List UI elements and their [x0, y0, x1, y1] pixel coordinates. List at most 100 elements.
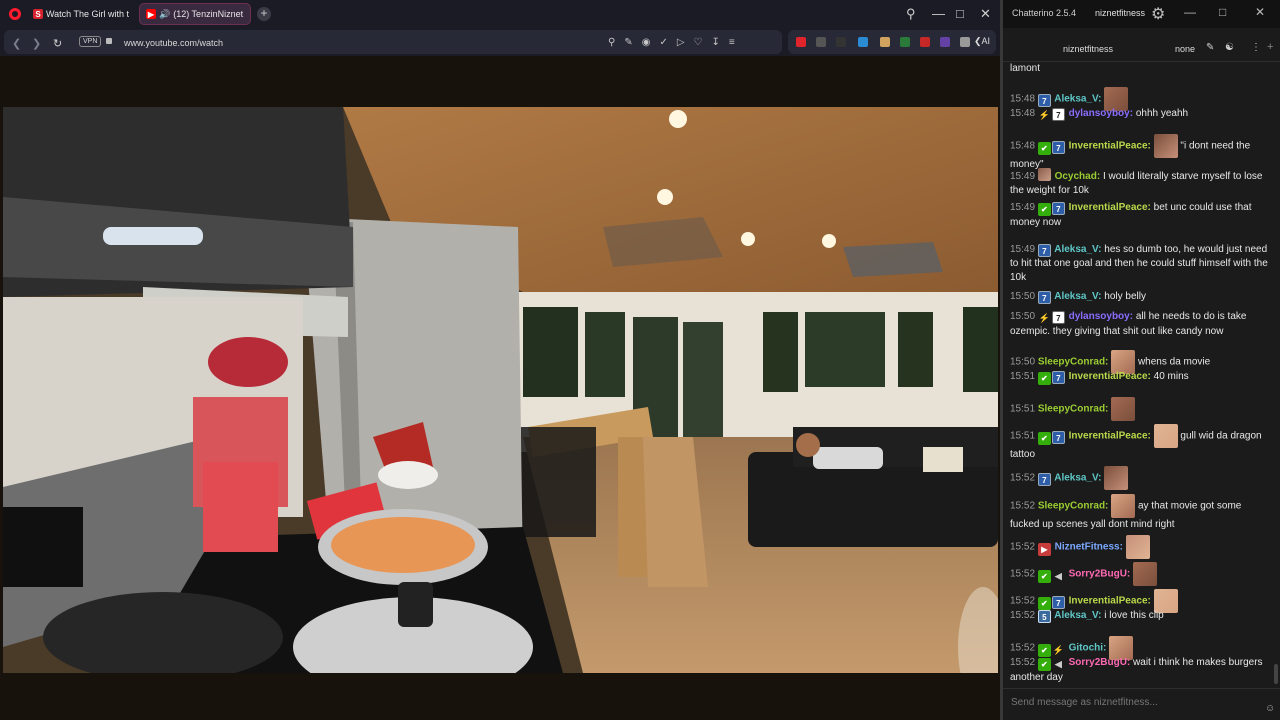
chat-message[interactable]: lamont — [1010, 62, 1268, 76]
users-icon[interactable]: ☯ — [1225, 42, 1234, 53]
minimize-button[interactable]: — — [1184, 5, 1196, 19]
message-username[interactable]: Aleksa_V: — [1052, 244, 1104, 255]
address-field[interactable]: ❮ ❯ ↻ VPN www.youtube.com/watch ⚲ ✎ ◉ ✓ … — [4, 30, 782, 54]
extension-icon[interactable] — [816, 37, 826, 47]
message-username[interactable]: Aleksa_V: — [1052, 610, 1104, 621]
message-username[interactable]: NiznetFitness: — [1052, 542, 1126, 553]
chat-message[interactable]: 15:50 7 Aleksa_V: holy belly — [1010, 290, 1268, 304]
sub7-badge-icon[interactable]: 7 — [1051, 140, 1065, 154]
sub7-badge-icon[interactable]: 7 — [1037, 93, 1051, 107]
aria-button[interactable]: ❮AI — [974, 36, 990, 47]
message-username[interactable]: SleepyConrad: — [1038, 357, 1111, 368]
tab-watch-movie[interactable]: S Watch The Girl with the D — [27, 3, 135, 25]
chat-message[interactable]: 15:48 ⚡ 7 dylansoyboy: ohhh yeahh — [1010, 107, 1268, 122]
search-tabs-icon[interactable]: ⚲ — [906, 6, 916, 22]
account-switcher[interactable]: niznetfitness — [1095, 8, 1145, 18]
extension-icon[interactable] — [940, 37, 950, 47]
message-username[interactable]: SleepyConrad: — [1038, 501, 1111, 512]
sword-badge-icon[interactable]: ⚡ — [1038, 109, 1051, 122]
emote-image[interactable] — [1104, 466, 1129, 490]
camera-icon[interactable]: ◉ — [642, 37, 651, 48]
message-username[interactable]: Ocychad: — [1052, 171, 1103, 182]
scrollbar-thumb[interactable] — [1274, 664, 1278, 684]
message-username[interactable]: Sorry2BugU: — [1066, 657, 1133, 668]
minimize-button[interactable]: — — [932, 6, 945, 21]
speaker-icon[interactable]: 🔊 — [159, 9, 170, 20]
sub7-badge-icon[interactable]: 7 — [1051, 595, 1065, 609]
download-icon[interactable]: ↧ — [712, 37, 720, 48]
chat-message[interactable]: 15:48 ✔ 7 InverentialPeace: "i dont need … — [1010, 134, 1268, 172]
gear-icon[interactable]: ⚙ — [1151, 4, 1165, 24]
sub7-badge-icon[interactable]: 7 — [1037, 472, 1051, 486]
extension-icon[interactable] — [920, 37, 930, 47]
message-username[interactable]: Aleksa_V: — [1052, 473, 1104, 484]
mod-badge-icon[interactable]: ✔ — [1037, 141, 1051, 155]
maximize-button[interactable]: □ — [956, 6, 964, 21]
chat-message[interactable]: 15:49 Ocychad: I would literally starve … — [1010, 168, 1268, 198]
message-username[interactable]: SleepyConrad: — [1038, 404, 1111, 415]
sub7w-badge-icon[interactable]: 7 — [1051, 311, 1065, 324]
message-username[interactable]: InverentialPeace: — [1066, 202, 1154, 213]
pic-badge-icon[interactable] — [1037, 168, 1051, 181]
chat-message[interactable]: 15:52 ✔ ◀ Sorry2BugU: wait i think he mak… — [1010, 656, 1268, 685]
emote-image[interactable] — [1153, 424, 1178, 448]
chat-message[interactable]: 15:51 SleepyConrad: — [1010, 397, 1268, 421]
mod-badge-icon[interactable]: ✔ — [1037, 569, 1051, 583]
chat-message[interactable]: 15:52 7 Aleksa_V: — [1010, 466, 1268, 490]
emote-image[interactable] — [1153, 134, 1178, 158]
sub7-badge-icon[interactable]: 7 — [1037, 291, 1051, 304]
message-username[interactable]: dylansoyboy: — [1066, 311, 1136, 322]
maximize-button[interactable]: □ — [1219, 5, 1226, 19]
mod-badge-icon[interactable]: ✔ — [1037, 203, 1051, 216]
sub7w-badge-icon[interactable]: 7 — [1051, 108, 1065, 121]
tab-youtube[interactable]: ▶ 🔊 (12) TenzinNiznet 202 — [139, 3, 251, 25]
message-username[interactable]: Aleksa_V: — [1052, 291, 1104, 302]
play-icon[interactable]: ▷ — [677, 37, 685, 48]
close-button[interactable]: ✕ — [1255, 5, 1265, 19]
video-frame[interactable] — [3, 107, 998, 673]
message-username[interactable]: dylansoyboy: — [1066, 108, 1136, 119]
edit-icon[interactable]: ✎ — [1206, 42, 1214, 53]
message-username[interactable]: Aleksa_V: — [1052, 94, 1104, 105]
message-username[interactable]: InverentialPeace: — [1066, 141, 1154, 152]
mod-badge-icon[interactable]: ✔ — [1037, 431, 1051, 445]
chat-message[interactable]: 15:52 SleepyConrad: ay that movie got so… — [1010, 494, 1268, 532]
extension-icon[interactable] — [858, 37, 868, 47]
sword-badge-icon[interactable]: ⚡ — [1038, 312, 1051, 325]
vid-badge-icon[interactable]: ▶ — [1037, 542, 1051, 556]
heart-icon[interactable]: ♡ — [694, 37, 703, 48]
extension-icon[interactable] — [900, 37, 910, 47]
add-split-icon[interactable]: + — [1267, 41, 1273, 53]
chat-message[interactable]: 15:49 7 Aleksa_V: hes so dumb too, he wo… — [1010, 243, 1268, 285]
mute-badge-icon[interactable]: ◀ — [1052, 570, 1065, 583]
chat-message[interactable]: 15:50 ⚡ 7 dylansoyboy: all he needs to do… — [1010, 310, 1268, 339]
edit-icon[interactable]: ✎ — [624, 37, 632, 48]
extension-icon[interactable] — [880, 37, 890, 47]
message-username[interactable]: InverentialPeace: — [1066, 371, 1154, 382]
opera-logo-icon[interactable] — [9, 8, 21, 20]
message-username[interactable]: Sorry2BugU: — [1066, 569, 1133, 580]
back-icon[interactable]: ❮ — [12, 37, 21, 50]
menu-icon[interactable]: ≡ — [729, 37, 735, 48]
chat-mode[interactable]: none — [1175, 44, 1195, 54]
emote-image[interactable] — [1125, 535, 1150, 559]
chat-message[interactable]: 15:51 ✔ 7 InverentialPeace: 40 mins — [1010, 370, 1268, 385]
message-username[interactable]: Gitochi: — [1066, 643, 1109, 654]
mod-badge-icon[interactable]: ✔ — [1037, 643, 1051, 657]
new-tab-button[interactable]: + — [257, 7, 271, 21]
more-icon[interactable]: ⋮ — [1251, 42, 1261, 53]
mute-badge-icon[interactable]: ◀ — [1052, 658, 1065, 671]
extension-icon[interactable] — [796, 37, 806, 47]
forward-icon[interactable]: ❯ — [32, 37, 41, 50]
chat-input[interactable]: Send message as niznetfitness... ☺ — [1003, 688, 1280, 720]
sub7-badge-icon[interactable]: 7 — [1051, 430, 1065, 444]
sub7-badge-icon[interactable]: 7 — [1037, 244, 1051, 257]
emote-image[interactable] — [1111, 494, 1136, 518]
sub-badge-icon[interactable]: 5 — [1037, 610, 1051, 623]
extension-icon[interactable] — [836, 37, 846, 47]
sword-badge-icon[interactable]: ⚡ — [1052, 644, 1065, 657]
message-username[interactable]: InverentialPeace: — [1066, 596, 1154, 607]
lock-icon[interactable] — [106, 38, 112, 44]
channel-name[interactable]: niznetfitness — [1063, 44, 1113, 54]
message-username[interactable]: InverentialPeace: — [1066, 431, 1154, 442]
